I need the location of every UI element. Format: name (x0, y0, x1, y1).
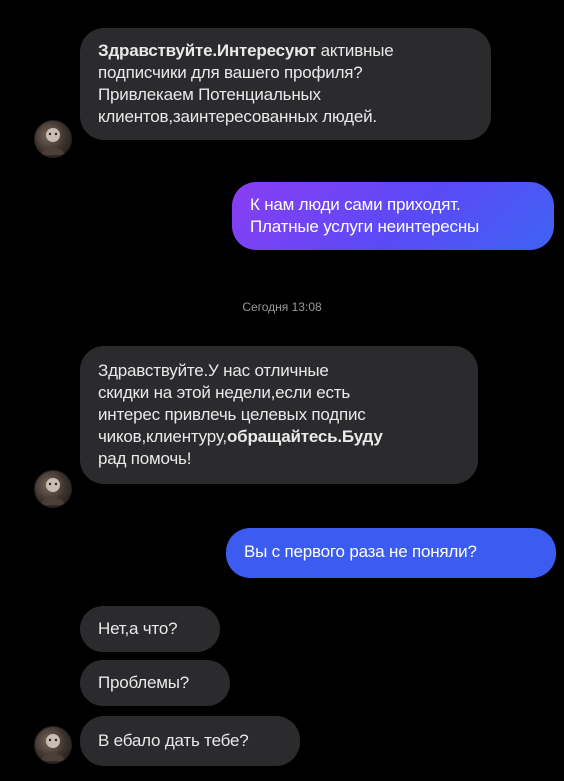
incoming-message-bubble[interactable]: Нет,а что? (80, 606, 220, 652)
message-line: Проблемы? (98, 673, 190, 692)
message-line: Здравствуйте.Интересуют активные (98, 40, 473, 62)
message-line: клиентов,заинтересованных людей. (98, 107, 377, 126)
message-line: интерес привлечь целевых подпис (98, 405, 366, 424)
message-line: скидки на этой недели,если есть (98, 383, 351, 402)
incoming-message-bubble[interactable]: В ебало дать тебе? (80, 716, 300, 766)
message-text: активные (316, 41, 394, 60)
message-line: рад помочь! (98, 449, 192, 468)
message-line: Платные услуги неинтересны (250, 217, 480, 236)
message-line: Привлекаем Потенциальных (98, 85, 321, 104)
avatar-icon[interactable] (34, 470, 72, 508)
message-line: В ебало дать тебе? (98, 731, 249, 750)
incoming-message-bubble[interactable]: Здравствуйте.У нас отличные скидки на эт… (80, 346, 478, 484)
message-line: К нам люди сами приходят. (250, 195, 461, 214)
message-line: Нет,а что? (98, 619, 178, 638)
message-line: подписчики для вашего профиля? (98, 63, 363, 82)
avatar-icon[interactable] (34, 120, 72, 158)
avatar-icon[interactable] (34, 726, 72, 764)
outgoing-message-bubble[interactable]: К нам люди сами приходят. Платные услуги… (232, 182, 554, 250)
message-bold-text: обращайтесь.Буду (226, 427, 383, 446)
outgoing-message-bubble[interactable]: Вы с первого раза не поняли? (226, 528, 556, 578)
timestamp: Сегодня 13:08 (242, 300, 322, 314)
message-text: чиков,клиентуру, (98, 427, 227, 446)
incoming-message-bubble[interactable]: Здравствуйте.Интересуют активные подписч… (80, 28, 491, 140)
message-bold-text: Здравствуйте.Интересуют (98, 41, 317, 60)
message-line: Здравствуйте.У нас отличные (98, 361, 329, 380)
chat-thread: Здравствуйте.Интересуют активные подписч… (0, 0, 564, 781)
message-line: чиков,клиентуру,обращайтесь.Буду (98, 426, 460, 448)
message-line: Вы с первого раза не поняли? (244, 542, 477, 561)
incoming-message-bubble[interactable]: Проблемы? (80, 660, 230, 706)
